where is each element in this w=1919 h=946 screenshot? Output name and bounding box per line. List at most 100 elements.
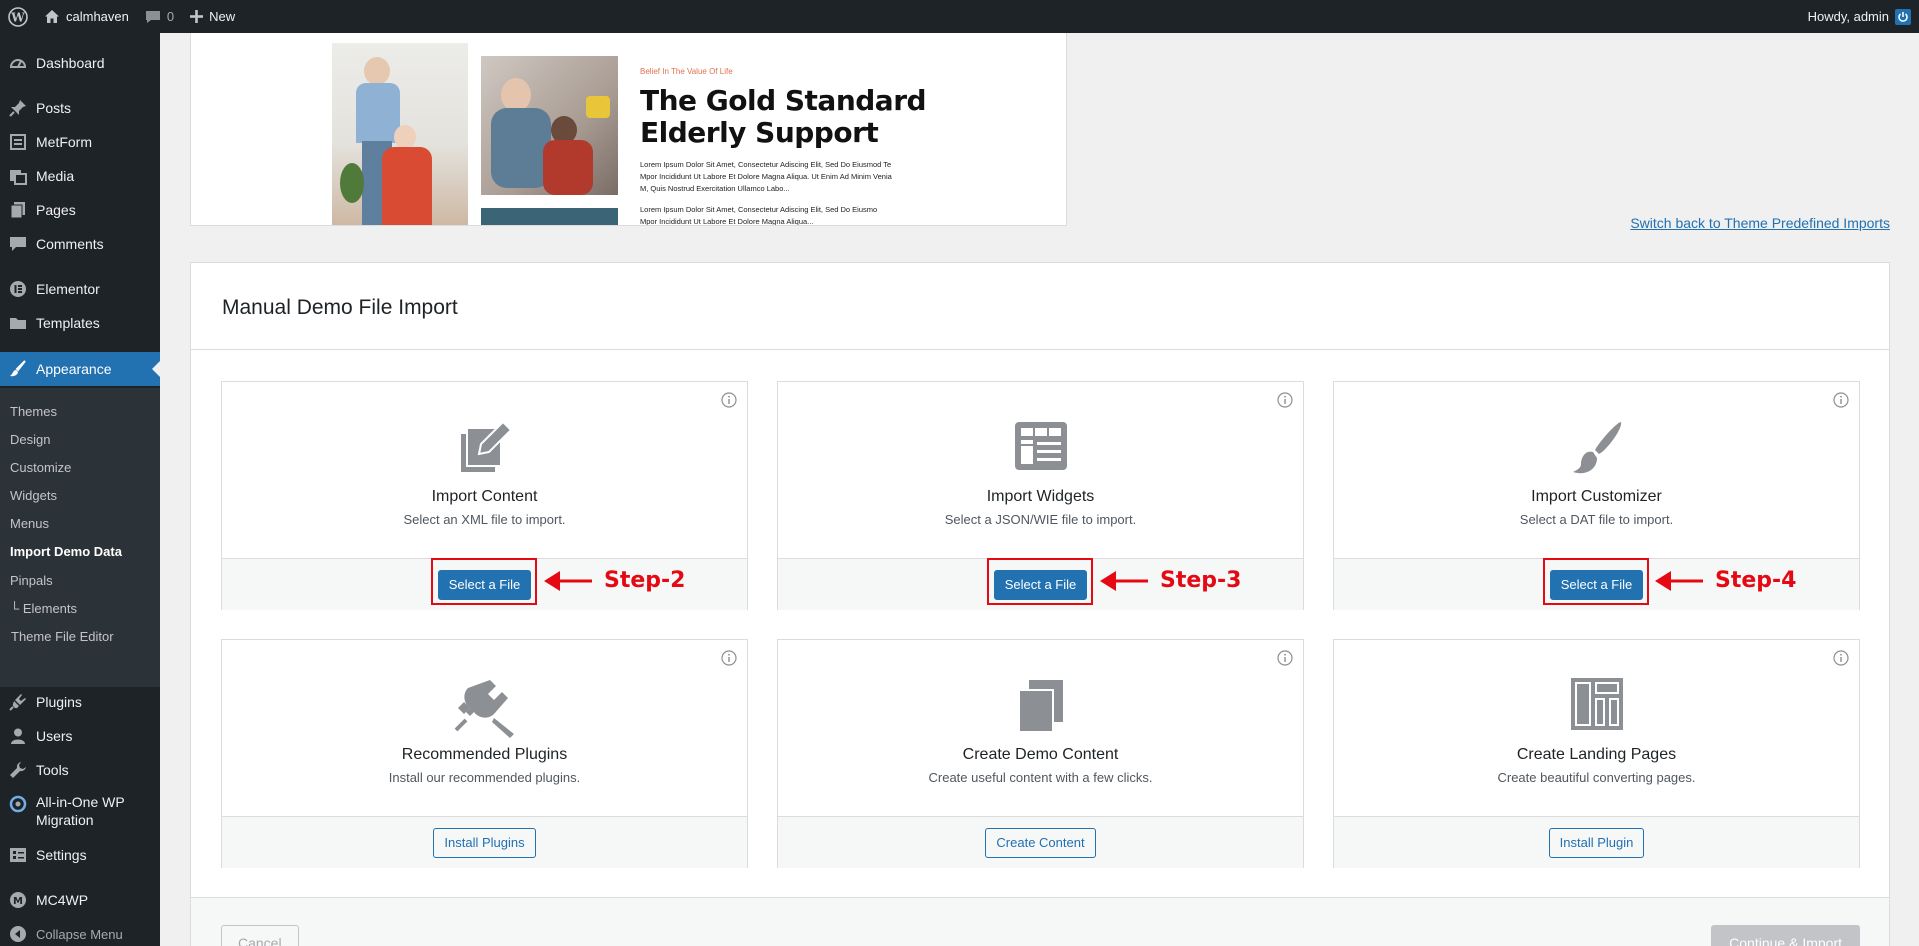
feature-create-landing-pages: Create Landing Pages Create beautiful co… [1333, 639, 1860, 868]
menu-media[interactable]: Media [0, 159, 160, 193]
pages-icon [0, 201, 36, 219]
preview-paragraph-1: Lorem Ipsum Dolor Sit Amet, Consectetur … [640, 160, 892, 193]
submenu-design[interactable]: Design [10, 432, 50, 447]
comments-link[interactable]: 0 [137, 0, 182, 33]
menu-elementor[interactable]: Elementor [0, 272, 160, 306]
submenu-menus[interactable]: Menus [10, 516, 49, 531]
feature-title: Import Customizer [1531, 488, 1662, 505]
submenu-pinpals[interactable]: Pinpals [10, 573, 53, 588]
collapse-icon [0, 925, 36, 943]
menu-settings[interactable]: Settings [0, 838, 160, 872]
power-icon[interactable] [1895, 8, 1911, 25]
site-name: calmhaven [66, 9, 129, 24]
admin-sidebar: Dashboard Posts MetForm Media Pages Comm… [0, 33, 160, 946]
dashboard-icon [0, 54, 36, 72]
info-icon[interactable] [1833, 392, 1849, 411]
user-icon [0, 727, 36, 745]
menu-collapse[interactable]: Collapse Menu [0, 917, 160, 946]
plugin-icon [454, 678, 516, 741]
demo-preview-card: Belief In The Value Of Life The Gold Sta… [190, 33, 1067, 226]
wrench-icon [0, 761, 36, 779]
panel-divider [191, 349, 1889, 350]
continue-import-button[interactable]: Continue & Import [1711, 925, 1860, 946]
menu-all-in-one-wp-migration[interactable]: All-in-One WP Migration [0, 787, 160, 831]
step-4-highlight-box [1543, 558, 1649, 605]
settings-icon [0, 846, 36, 864]
preview-eyebrow: Belief In The Value Of Life [640, 67, 733, 76]
menu-comments[interactable]: Comments [0, 227, 160, 261]
step-2-highlight-box [431, 558, 537, 605]
feature-description: Create useful content with a few clicks. [928, 770, 1153, 785]
feature-description: Select a DAT file to import. [1519, 512, 1674, 527]
panel-title: Manual Demo File Import [222, 296, 458, 319]
brush-icon [0, 360, 36, 378]
preview-title: The Gold Standard Elderly Support [640, 84, 927, 149]
new-content-link[interactable]: New [182, 0, 243, 33]
submenu-elements[interactable]: └ Elements [10, 601, 77, 616]
home-icon [44, 9, 60, 24]
menu-dashboard[interactable]: Dashboard [0, 46, 160, 80]
copy-pages-icon [1017, 678, 1065, 737]
account-greeting[interactable]: Howdy, admin [1808, 9, 1889, 24]
menu-posts[interactable]: Posts [0, 91, 160, 125]
new-label: New [209, 9, 236, 24]
feature-description: Select an XML file to import. [403, 512, 566, 527]
step-3-highlight-box [987, 558, 1093, 605]
switch-back-link[interactable]: Switch back to Theme Predefined Imports [1630, 215, 1890, 231]
menu-pages[interactable]: Pages [0, 193, 160, 227]
feature-description: Create beautiful converting pages. [1497, 770, 1696, 785]
comment-bubble-icon [145, 10, 161, 24]
feature-title: Import Widgets [986, 488, 1095, 505]
info-icon[interactable] [1277, 650, 1293, 669]
install-plugin-button[interactable]: Install Plugin [1548, 827, 1645, 858]
appearance-submenu: Themes Design Customize Widgets Menus Im… [0, 388, 160, 687]
preview-image-family [481, 56, 618, 195]
comment-icon [0, 235, 36, 253]
arrow-left-icon [1100, 569, 1148, 593]
feature-footer: Install Plugins [222, 816, 747, 868]
menu-appearance[interactable]: Appearance [0, 352, 160, 386]
feature-description: Select a JSON/WIE file to import. [944, 512, 1137, 527]
submenu-customize[interactable]: Customize [10, 460, 71, 475]
admin-bar: W calmhaven 0 New Howdy, admin [0, 0, 1919, 33]
layout-grid-icon [1570, 678, 1623, 733]
site-name-link[interactable]: calmhaven [36, 0, 137, 33]
svg-text:M: M [13, 896, 23, 907]
feature-title: Create Landing Pages [1516, 746, 1677, 763]
menu-templates[interactable]: Templates [0, 306, 160, 340]
preview-paragraph-2: Lorem Ipsum Dolor Sit Amet, Consectetur … [640, 205, 878, 226]
create-content-button[interactable]: Create Content [985, 827, 1096, 858]
edit-document-icon [457, 420, 513, 479]
manual-import-panel: Manual Demo File Import Import Content S… [190, 262, 1890, 946]
wordpress-logo-icon[interactable]: W [0, 0, 36, 33]
submenu-widgets[interactable]: Widgets [10, 488, 57, 503]
feature-recommended-plugins: Recommended Plugins Install our recommen… [221, 639, 748, 868]
widgets-icon [1013, 420, 1069, 475]
media-icon [0, 167, 36, 185]
comments-count: 0 [166, 9, 175, 24]
info-icon[interactable] [721, 650, 737, 669]
preview-image-couple [332, 43, 468, 225]
submenu-theme-file-editor[interactable]: Theme File Editor [11, 629, 114, 644]
install-plugins-button[interactable]: Install Plugins [433, 827, 536, 858]
submenu-import-demo-data[interactable]: Import Demo Data [10, 544, 122, 559]
form-icon [0, 133, 36, 151]
elementor-icon [0, 280, 36, 298]
menu-plugins[interactable]: Plugins [0, 685, 160, 719]
info-icon[interactable] [1277, 392, 1293, 411]
menu-tools[interactable]: Tools [0, 753, 160, 787]
info-icon[interactable] [1833, 650, 1849, 669]
svg-text:W: W [10, 10, 25, 24]
submenu-themes[interactable]: Themes [10, 404, 57, 419]
info-icon[interactable] [721, 392, 737, 411]
menu-mc4wp[interactable]: M MC4WP [0, 883, 160, 917]
menu-metform[interactable]: MetForm [0, 125, 160, 159]
feature-footer: Install Plugin [1334, 816, 1859, 868]
cancel-button[interactable]: Cancel [221, 925, 299, 946]
arrow-left-icon [544, 569, 592, 593]
step-3-annotation: Step-3 [1100, 568, 1241, 593]
feature-title: Create Demo Content [962, 746, 1119, 763]
menu-users[interactable]: Users [0, 719, 160, 753]
arrow-left-icon [1655, 569, 1703, 593]
folder-icon [0, 314, 36, 332]
